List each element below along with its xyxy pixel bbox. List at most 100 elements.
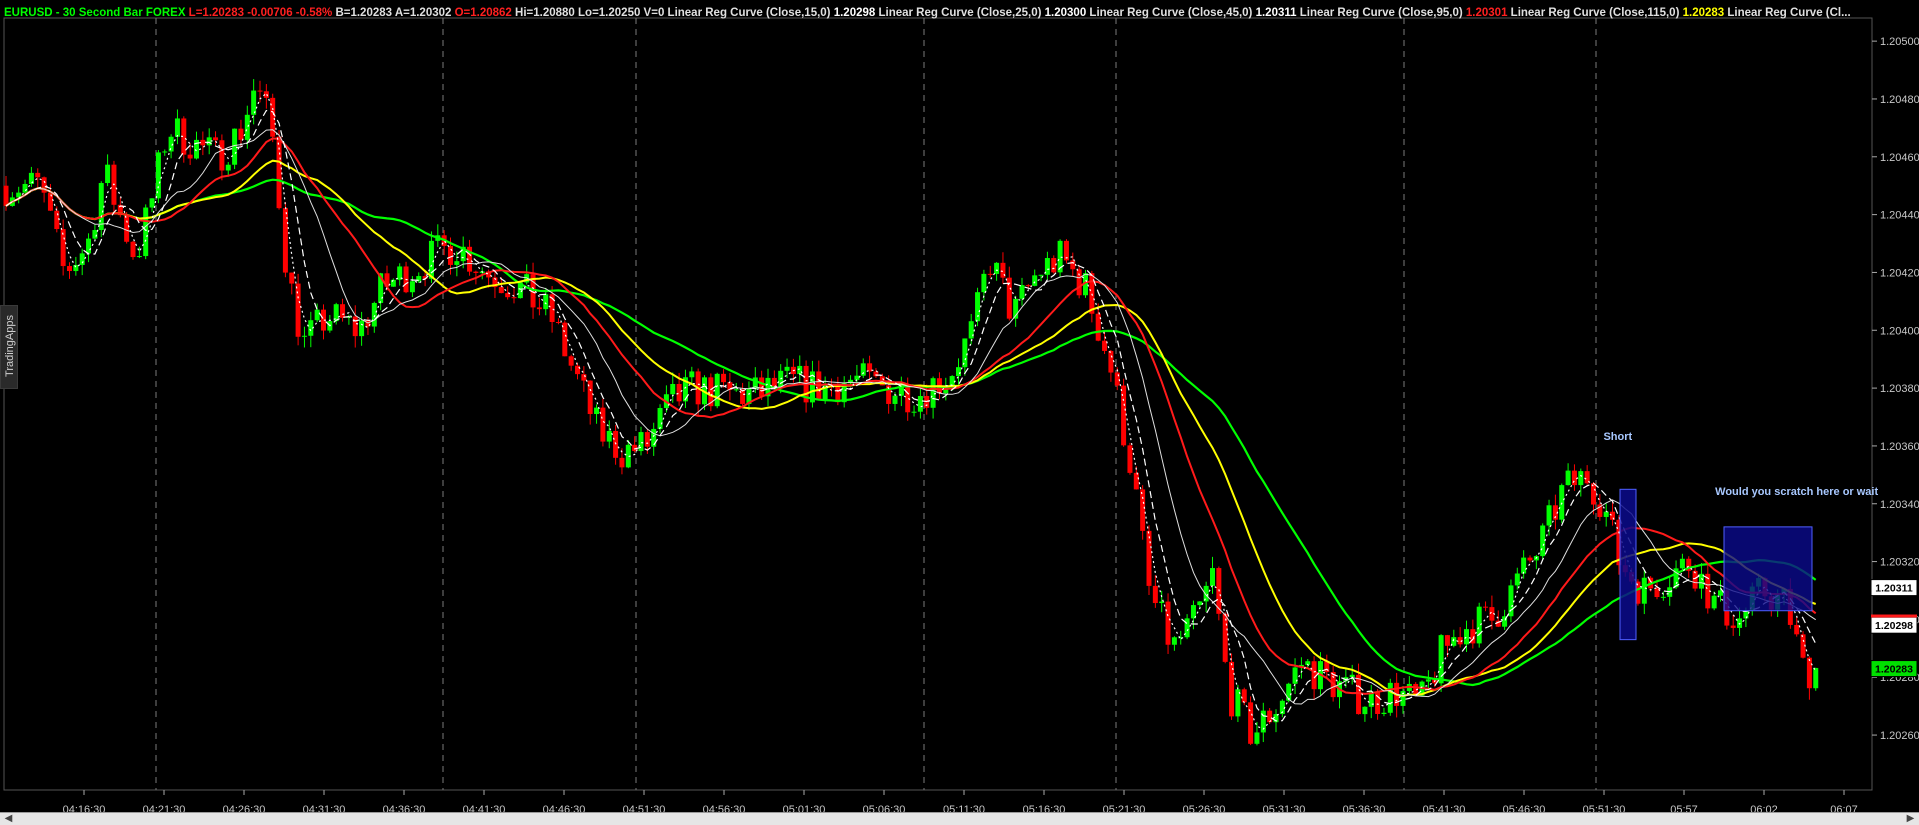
down-candle [219,140,225,171]
price-change: -0.00706 [244,7,293,19]
up-candle [1813,667,1819,689]
up-candle [778,370,784,388]
horizontal-scrollbar[interactable]: ◀ ▶ [0,812,1919,825]
up-candle [1425,679,1431,682]
indicator-value: 1.20311 [1252,7,1297,19]
up-candle [105,164,111,184]
up-candle [930,378,936,408]
red-price-marker [1871,614,1917,618]
y-tick-label: 1.20440 [1880,210,1919,222]
down-candle [473,271,479,273]
up-candle [784,366,790,371]
up-candle [594,407,600,415]
down-candle [1146,530,1152,586]
down-candle [54,210,60,230]
up-candle [232,128,238,165]
down-candle [1070,260,1076,270]
indicator-label: Linear Reg Curve (Cl... [1724,7,1851,19]
down-candle [555,321,561,323]
up-candle [371,302,377,327]
up-candle [409,281,415,293]
down-candle [867,363,873,372]
up-candle [1514,573,1520,586]
down-candle [3,185,9,206]
down-candle [1108,350,1114,373]
indicator-label: Linear Reg Curve (Close,115,0) [1507,7,1679,19]
down-candle [1165,601,1171,645]
up-candle [314,309,320,321]
down-candle [1025,285,1031,287]
up-candle [86,238,92,254]
bid-price: B=1.20283 [332,7,392,19]
down-candle [1267,710,1273,723]
down-candle [1140,489,1146,531]
y-tick-label: 1.20380 [1880,383,1919,395]
price-tag-label: 1.20311 [1875,583,1913,595]
down-candle [1527,557,1533,561]
short-annotation: Short [1603,431,1632,443]
up-candle [1254,732,1260,744]
tradingapps-tab[interactable]: TradingApps [0,305,18,389]
indicator-value: 1.20301 [1463,7,1508,19]
short-entry-box [1619,488,1637,641]
up-candle [1508,585,1514,617]
low-price: Lo=1.20250 [575,7,641,19]
up-candle [301,335,307,337]
up-candle [136,256,142,258]
up-candle [911,411,917,413]
up-candle [143,207,149,257]
up-candle [689,371,695,378]
tradingapps-tab-label: TradingApps [4,315,16,377]
down-candle [1806,657,1812,689]
y-tick-label: 1.20420 [1880,267,1919,279]
up-candle [1019,285,1025,299]
price-tag-label: 1.20298 [1875,620,1913,632]
down-candle [67,266,72,272]
up-candle [225,164,231,171]
up-candle [606,430,612,442]
up-candle [149,198,155,208]
up-candle [994,262,1000,274]
volume-value: V=0 [640,7,664,19]
up-candle [1203,585,1209,602]
y-tick-label: 1.20460 [1880,152,1919,164]
down-candle [1571,470,1577,486]
down-candle [1152,585,1158,604]
indicator-label: Linear Reg Curve (Close,25,0) [875,7,1041,19]
down-candle [289,272,295,284]
down-candle [276,136,282,209]
down-candle [47,192,53,211]
y-tick-label: 1.20400 [1880,325,1919,337]
scroll-left-icon[interactable]: ◀ [2,813,15,825]
up-candle [892,395,898,404]
down-candle [568,356,574,366]
up-candle [1032,275,1038,286]
up-candle [454,261,460,265]
up-candle [1641,577,1647,604]
down-candle [1730,625,1736,628]
price-change-pct: -0.58% [293,7,333,19]
down-candle [721,373,727,383]
up-candle [1210,568,1215,586]
y-tick-label: 1.20500 [1880,36,1919,48]
up-candle [1521,557,1527,574]
up-candle [670,384,676,395]
up-candle [1171,637,1177,645]
y-tick-label: 1.20260 [1880,730,1919,742]
down-candle [536,307,542,310]
up-candle [73,264,79,272]
price-tag-label: 1.20283 [1875,664,1913,676]
down-candle [1610,511,1616,520]
up-candle [1660,596,1666,598]
up-candle [962,338,968,368]
scroll-right-icon[interactable]: ▶ [1904,813,1917,825]
scratch-annotation: Would you scratch here or wait [1715,486,1878,498]
down-candle [1444,635,1450,646]
down-candle [511,297,517,299]
last-price: L=1.20283 [185,7,244,19]
up-candle [92,230,98,239]
indicator-label: Linear Reg Curve (Close,15,0) [664,7,830,19]
up-candle [1362,706,1368,715]
price-chart[interactable]: 1.20500 1.20480 1.20460 1.20440 1.20420 1.204… [0,0,1919,825]
up-candle [1711,595,1717,609]
